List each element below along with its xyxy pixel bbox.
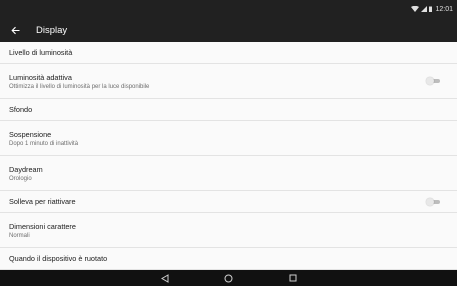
setting-adaptive-brightness[interactable]: Luminosità adattiva Ottimizza il livello… <box>0 64 457 99</box>
recents-square-icon <box>289 274 296 282</box>
status-icons <box>411 6 433 12</box>
setting-title: Daydream <box>9 164 43 174</box>
setting-subtitle: Dopo 1 minuto di inattività <box>9 140 79 147</box>
home-circle-icon <box>224 274 233 282</box>
setting-title: Livello di luminosità <box>9 48 73 57</box>
toolbar: Display <box>0 18 457 42</box>
setting-brightness-level[interactable]: Livello di luminosità <box>0 42 457 64</box>
back-button[interactable] <box>0 18 30 42</box>
setting-subtitle: Orologio <box>9 175 32 182</box>
nav-back-button[interactable] <box>159 272 171 284</box>
setting-title: Solleva per riattivare <box>9 197 76 206</box>
navigation-bar <box>0 270 457 286</box>
back-triangle-icon <box>160 273 168 283</box>
status-bar: 12:01 <box>0 0 457 18</box>
setting-daydream[interactable]: Daydream Orologio <box>0 156 457 191</box>
wifi-icon <box>411 6 420 12</box>
toggle-thumb <box>426 77 434 85</box>
setting-title: Sfondo <box>9 105 33 114</box>
setting-font-size[interactable]: Dimensioni carattere Normali <box>0 213 457 248</box>
setting-title: Luminosità adattiva <box>9 72 72 82</box>
signal-icon <box>421 6 428 12</box>
setting-lift-to-wake[interactable]: Solleva per riattivare <box>0 191 457 213</box>
setting-wallpaper[interactable]: Sfondo <box>0 99 457 121</box>
nav-recents-button[interactable] <box>287 272 299 284</box>
setting-title: Quando il dispositivo è ruotato <box>9 254 108 263</box>
settings-list: Livello di luminosità Luminosità adattiv… <box>0 42 457 270</box>
setting-subtitle: Ottimizza il livello di luminosità per l… <box>9 83 150 90</box>
adaptive-brightness-toggle[interactable] <box>426 77 440 85</box>
page-title: Display <box>36 24 68 36</box>
toggle-thumb <box>426 197 434 206</box>
arrow-left-icon <box>10 26 19 34</box>
screen: 12:01 Display Livello di luminosità Lumi… <box>0 0 457 286</box>
status-time: 12:01 <box>435 5 453 13</box>
setting-sleep[interactable]: Sospensione Dopo 1 minuto di inattività <box>0 121 457 156</box>
setting-title: Dimensioni carattere <box>9 221 76 231</box>
setting-title: Sospensione <box>9 129 52 139</box>
setting-rotation[interactable]: Quando il dispositivo è ruotato <box>0 248 457 270</box>
nav-home-button[interactable] <box>223 272 235 284</box>
lift-to-wake-toggle[interactable] <box>426 197 440 206</box>
battery-icon <box>429 6 433 12</box>
setting-subtitle: Normali <box>9 232 30 239</box>
